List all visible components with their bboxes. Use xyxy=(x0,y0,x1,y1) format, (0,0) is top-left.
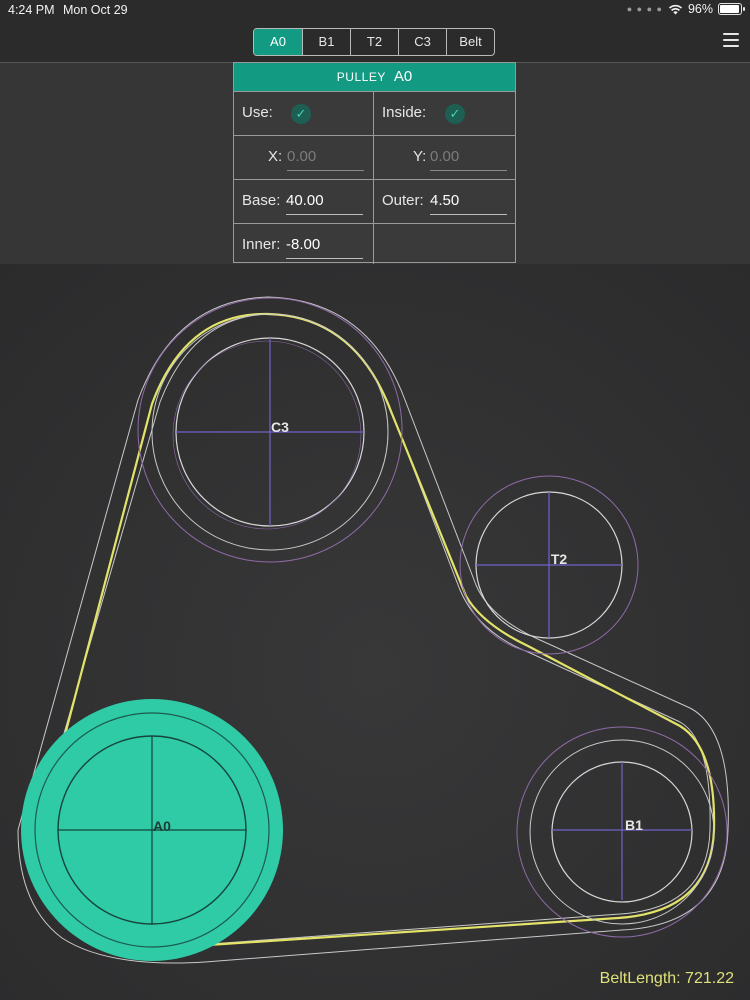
outer-field[interactable]: 4.50 xyxy=(430,192,507,215)
x-label: X: xyxy=(268,148,283,165)
tab-a0[interactable]: A0 xyxy=(254,29,302,55)
wifi-icon xyxy=(668,4,683,14)
inside-label: Inside: xyxy=(382,104,427,121)
use-cell: Use: ✓ xyxy=(234,92,373,135)
hamburger-menu-icon[interactable] xyxy=(723,33,739,51)
row-x-y: X: 0.00 Y: 0.00 xyxy=(234,135,515,179)
outer-cell: Outer: 4.50 xyxy=(373,180,515,223)
inner-field[interactable]: -8.00 xyxy=(286,236,363,259)
inner-cell: Inner: -8.00 xyxy=(234,224,373,267)
x-field[interactable]: 0.00 xyxy=(287,148,364,171)
row-use-inside: Use: ✓ Inside: ✓ xyxy=(234,91,515,135)
pulley-t2-label: T2 xyxy=(551,551,568,567)
tab-belt[interactable]: Belt xyxy=(446,29,494,55)
status-time: 4:24 PM xyxy=(8,3,55,17)
battery-percent: 96% xyxy=(687,2,713,16)
use-checkbox-icon[interactable]: ✓ xyxy=(291,104,311,124)
pulley-settings-grid: PULLEY A0 Use: ✓ Inside: ✓ X: 0.00 Y: 0.0… xyxy=(233,62,516,267)
pulley-header: PULLEY A0 xyxy=(234,63,515,91)
pulley-b1-label: B1 xyxy=(625,817,643,833)
belt-drawing-canvas[interactable]: C3 T2 B1 A0 xyxy=(0,264,750,1000)
pulley-c3-label: C3 xyxy=(271,419,289,435)
base-label: Base: xyxy=(242,192,281,209)
status-bar: 4:24 PM Mon Oct 29 ● ● ● ● 96% xyxy=(0,0,750,22)
base-field[interactable]: 40.00 xyxy=(286,192,363,215)
empty-cell xyxy=(373,224,515,267)
pulley-header-prefix: PULLEY xyxy=(336,70,386,84)
tab-b1[interactable]: B1 xyxy=(302,29,350,55)
pulley-tabs: A0 B1 T2 C3 Belt xyxy=(253,28,495,56)
tab-t2[interactable]: T2 xyxy=(350,29,398,55)
y-label: Y: xyxy=(413,148,427,165)
inside-checkbox-icon[interactable]: ✓ xyxy=(445,104,465,124)
x-cell: X: 0.00 xyxy=(234,136,373,179)
y-cell: Y: 0.00 xyxy=(373,136,515,179)
belt-length-readout: BeltLength: 721.22 xyxy=(599,970,734,987)
y-field[interactable]: 0.00 xyxy=(430,148,507,171)
pulley-a0-label: A0 xyxy=(153,818,171,834)
inside-cell: Inside: ✓ xyxy=(373,92,515,135)
base-cell: Base: 40.00 xyxy=(234,180,373,223)
status-date: Mon Oct 29 xyxy=(63,3,128,17)
tab-c3[interactable]: C3 xyxy=(398,29,446,55)
status-right: ● ● ● ● 96% xyxy=(626,2,745,16)
battery-icon xyxy=(718,3,745,15)
row-base-outer: Base: 40.00 Outer: 4.50 xyxy=(234,179,515,223)
row-inner: Inner: -8.00 xyxy=(234,223,515,267)
outer-label: Outer: xyxy=(382,192,424,209)
use-label: Use: xyxy=(242,104,273,121)
inner-label: Inner: xyxy=(242,236,281,253)
pulley-a0-selected[interactable]: A0 xyxy=(21,699,283,961)
pulley-header-name: A0 xyxy=(393,68,413,85)
signal-dots-icon: ● ● ● ● xyxy=(626,4,663,14)
